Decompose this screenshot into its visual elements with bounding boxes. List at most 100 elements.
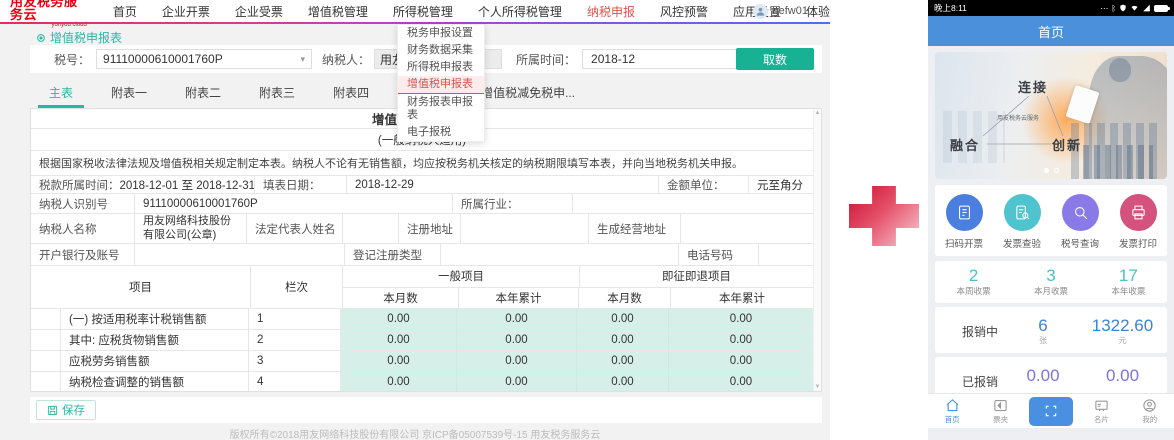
scroll-down-icon[interactable]: ▼ — [815, 384, 821, 390]
nav-item-risk-alert[interactable]: 风控预警 — [660, 3, 708, 20]
shortcut-invoice-check[interactable]: 发票查验 — [993, 185, 1051, 256]
fill-date-value: 2018-12-29 — [347, 176, 659, 193]
taxpayer-label: 纳税人： — [322, 51, 370, 68]
taxpayer-id-row: 纳税人识别号 91110000610001760P 所属行业： — [31, 194, 813, 214]
scan-icon — [1043, 404, 1059, 418]
biz-addr-label: 生成经营地址 — [589, 214, 681, 243]
more-dots-icon: ⋯ — [1100, 4, 1108, 13]
value-cell[interactable]: 0.00 — [577, 330, 669, 350]
chevron-down-icon: ▾ — [300, 54, 305, 65]
phone-title-bar: 首页 — [928, 16, 1174, 46]
taxpayer-name-label: 纳税人名称 — [31, 214, 135, 243]
carousel-dot[interactable] — [1054, 168, 1059, 173]
value-cell[interactable]: 0.00 — [457, 372, 577, 392]
nav-item-personal-tax-mgmt[interactable]: 个人所得税管理 — [478, 3, 562, 20]
carousel-dots[interactable] — [935, 168, 1167, 173]
phone-value — [759, 244, 813, 265]
period-row-value: 2018-12-01 至 2018-12-31 — [120, 177, 256, 193]
value-cell[interactable]: 0.00 — [341, 372, 457, 392]
tab-invoice-wallet[interactable]: 票夹 — [981, 398, 1021, 425]
tab-label: 名片 — [1094, 414, 1109, 425]
col-header-month-general: 本月数 — [343, 288, 459, 309]
shortcut-label: 税号查询 — [1061, 236, 1099, 250]
tab-business-card[interactable]: 名片 — [1081, 398, 1121, 425]
tab-schedule-1[interactable]: 附表一 — [92, 80, 166, 108]
period-label: 所属时间： — [516, 51, 576, 68]
tab-schedule-2[interactable]: 附表二 — [166, 80, 240, 108]
taxpayer-name-row: 纳税人名称 用友网络科技股份有限公司(公章) 法定代表人姓名 注册地址 生成经营… — [31, 214, 813, 244]
scroll-up-icon[interactable]: ▲ — [815, 110, 821, 116]
tab-home[interactable]: 首页 — [932, 398, 972, 425]
nav-item-home[interactable]: 首页 — [113, 3, 137, 20]
nav-item-invoicing[interactable]: 企业开票 — [162, 3, 210, 20]
stat-value: 3 — [1046, 267, 1055, 284]
menu-item-financial-statement[interactable]: 财务报表申报表 — [398, 94, 484, 124]
vat-return-table: ▲ ▼ 增值税纳税申报表 (一般纳税人适用) 根据国家税收法律法规及增值税相关规… — [30, 108, 822, 392]
value-cell[interactable]: 0.00 — [457, 330, 577, 350]
nav-item-receiving[interactable]: 企业受票 — [235, 3, 283, 20]
unit-label: 金额单位： — [659, 176, 749, 193]
nav-item-tax-filing[interactable]: 纳税申报 — [587, 3, 635, 20]
tab-schedule-3[interactable]: 附表三 — [240, 80, 314, 108]
nav-item-experience[interactable]: 体验 — [806, 3, 830, 20]
bank-row: 开户银行及账号 登记注册类型 电话号码 — [31, 244, 813, 266]
phone-tab-bar: 首页 票夹 名片 我的 — [928, 393, 1174, 428]
fetch-data-button[interactable]: 取数 — [736, 48, 814, 70]
invoice-verify-icon — [1014, 204, 1031, 221]
period-row-label: 税款所属时间： — [39, 177, 120, 193]
stat-month[interactable]: 3 本月收票 — [1012, 261, 1089, 303]
tab-label: 我的 — [1142, 414, 1157, 425]
table-scrollbar[interactable]: ▲ ▼ — [813, 109, 821, 391]
value-cell[interactable]: 0.00 — [669, 372, 813, 392]
tab-schedule-4[interactable]: 附表四 — [314, 80, 388, 108]
menu-item-e-filing[interactable]: 电子报税 — [398, 124, 484, 141]
row-gutter — [31, 372, 61, 392]
mobile-app: 晚上8:11 ⋯ ᛒ 首页 — [928, 0, 1174, 440]
tab-profile[interactable]: 我的 — [1130, 398, 1170, 425]
person-circle-icon — [1142, 398, 1157, 413]
carousel-dot-active[interactable] — [1044, 168, 1049, 173]
legal-rep-label: 法定代表人姓名 — [247, 214, 343, 243]
value-cell[interactable]: 0.00 — [577, 309, 669, 329]
reimbursing-card[interactable]: 报销中 6 张 1322.60 元 — [935, 307, 1167, 353]
legal-rep-value — [343, 214, 399, 243]
user-menu[interactable]: gefw01 — [753, 0, 808, 22]
value-cell[interactable]: 0.00 — [457, 351, 577, 371]
stat-label: 本周收票 — [957, 285, 991, 297]
menu-item-income-tax-return[interactable]: 所得税申报表 — [398, 59, 484, 76]
industry-label: 所属行业： — [453, 194, 573, 213]
shortcut-taxno-query[interactable]: 税号查询 — [1051, 185, 1109, 256]
menu-item-vat-return[interactable]: 增值税申报表 — [398, 76, 484, 94]
value-cell[interactable]: 0.00 — [669, 330, 813, 350]
stat-week[interactable]: 2 本周收票 — [935, 261, 1012, 303]
value-cell[interactable]: 0.00 — [669, 351, 813, 371]
hero-carousel[interactable]: 连接 用友税务云服务 融合 创新 — [935, 52, 1167, 179]
value-cell[interactable]: 0.00 — [341, 351, 457, 371]
scan-button[interactable] — [1029, 397, 1073, 426]
value-cell[interactable]: 0.00 — [577, 351, 669, 371]
receipt-stats: 2 本周收票 3 本月收票 17 本年收票 — [935, 261, 1167, 303]
period-input[interactable]: 2018-12 — [582, 49, 752, 69]
reg-type-value — [441, 244, 679, 265]
value-cell[interactable]: 0.00 — [341, 309, 457, 329]
nav-item-income-tax-mgmt[interactable]: 所得税管理 — [393, 3, 453, 20]
row-gutter — [31, 309, 61, 329]
tab-main-sheet[interactable]: 主表 — [30, 80, 92, 108]
reimbursed-count: 0.00 — [1013, 367, 1073, 384]
shortcut-invoice-print[interactable]: 发票打印 — [1109, 185, 1167, 256]
reg-type-label: 登记注册类型 — [345, 244, 441, 265]
stat-year[interactable]: 17 本年收票 — [1090, 261, 1167, 303]
tax-no-select[interactable]: 91110000610001760P ▾ — [96, 49, 312, 69]
nav-item-vat-mgmt[interactable]: 增值税管理 — [308, 3, 368, 20]
value-cell[interactable]: 0.00 — [577, 372, 669, 392]
shortcut-scan-invoice[interactable]: 扫码开票 — [935, 185, 993, 256]
value-cell[interactable]: 0.00 — [457, 309, 577, 329]
table-row: 应税劳务销售额 3 0.00 0.00 0.00 0.00 — [31, 351, 813, 372]
bluetooth-icon: ᛒ — [1111, 4, 1116, 13]
value-cell[interactable]: 0.00 — [669, 309, 813, 329]
menu-item-finance-data[interactable]: 财务数据采集 — [398, 42, 484, 59]
taxpayer-name-value: 用友网络科技股份有限公司(公章) — [135, 214, 247, 243]
menu-item-filing-settings[interactable]: 税务申报设置 — [398, 25, 484, 42]
save-button[interactable]: 保存 — [36, 400, 96, 420]
value-cell[interactable]: 0.00 — [341, 330, 457, 350]
